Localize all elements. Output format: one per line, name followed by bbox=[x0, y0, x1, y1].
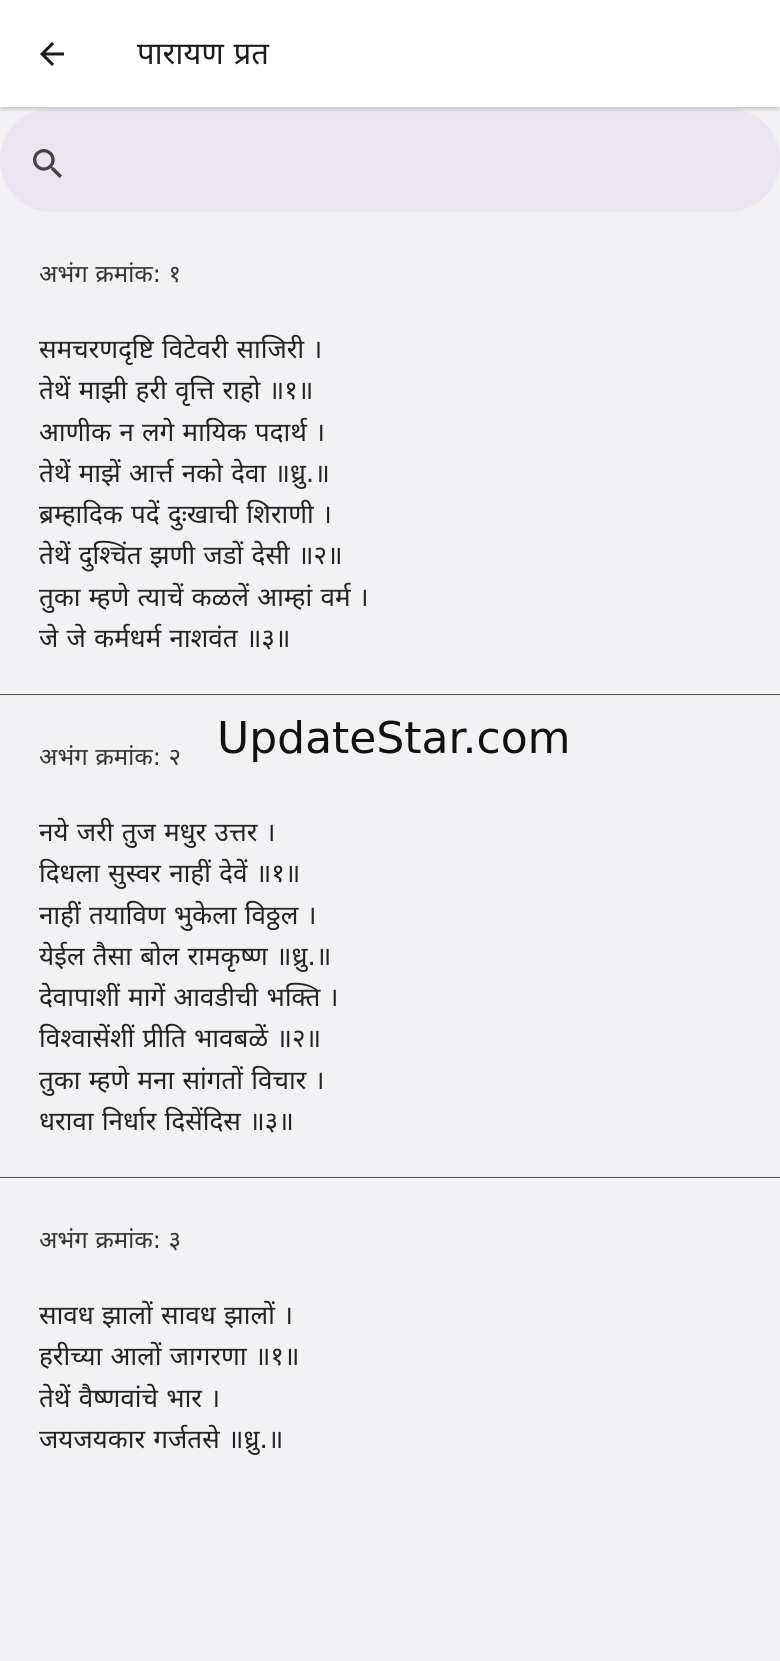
search-bar[interactable] bbox=[0, 108, 780, 212]
abhang-line: ब्रम्हादिक पदें दुःखाची शिराणी । bbox=[39, 500, 332, 531]
abhang-line: धरावा निर्धार दिसेंदिस ॥३॥ bbox=[39, 1107, 294, 1138]
abhang-line: तुका म्हणे त्याचें कळलें आम्हां वर्म । bbox=[39, 582, 369, 613]
abhang-line: हरीच्या आलों जागरणा ॥१॥ bbox=[39, 1342, 300, 1373]
abhang-line: आणीक न लगे मायिक पदार्थ । bbox=[39, 417, 325, 448]
abhang-line: जयजयकार गर्जतसे ॥ध्रु.॥ bbox=[39, 1424, 284, 1455]
app-bar: पारायण प्रत bbox=[0, 0, 780, 107]
watermark: UpdateStar.com bbox=[217, 713, 571, 764]
abhang-item[interactable]: अभंग क्रमांक: २ नये जरी तुज मधुर उत्तर ।… bbox=[0, 695, 780, 1178]
abhang-line: जे जे कर्मधर्म नाशवंत ॥३॥ bbox=[39, 624, 291, 655]
abhang-line: समचरणदृष्टि विटेवरी साजिरी । bbox=[39, 335, 323, 365]
abhang-list[interactable]: अभंग क्रमांक: १ समचरणदृष्टि विटेवरी साजि… bbox=[0, 212, 780, 1661]
abhang-heading: अभंग क्रमांक: ३ bbox=[39, 1226, 181, 1254]
back-button[interactable] bbox=[28, 30, 76, 78]
abhang-line: नाहीं तयाविण भुकेला विठ्ठल । bbox=[39, 900, 317, 931]
arrow-left-icon bbox=[40, 42, 64, 66]
abhang-heading: अभंग क्रमांक: १ bbox=[39, 260, 181, 288]
abhang-item[interactable]: अभंग क्रमांक: ३ सावध झालों सावध झालों । … bbox=[0, 1178, 780, 1661]
abhang-line: तेथें माझें आर्त्त नको देवा ॥ध्रु.॥ bbox=[39, 458, 330, 489]
search-input[interactable] bbox=[90, 136, 734, 186]
abhang-line: देवापाशीं मागें आवडीची भक्ति । bbox=[39, 983, 339, 1014]
abhang-line: विश्वासेंशीं प्रीति भावबळें ॥२॥ bbox=[39, 1024, 322, 1055]
abhang-line: तेथें दुश्चिंत झणी जडों देसी ॥२॥ bbox=[39, 541, 343, 572]
abhang-line: दिधला सुस्वर नाहीं देवें ॥१॥ bbox=[39, 859, 301, 890]
abhang-item[interactable]: अभंग क्रमांक: १ समचरणदृष्टि विटेवरी साजि… bbox=[0, 212, 780, 695]
abhang-line: तेथें माझी हरी वृत्ति राहो ॥१॥ bbox=[39, 376, 314, 407]
abhang-line: तेथें वैष्णवांचे भार । bbox=[39, 1383, 221, 1414]
abhang-line: सावध झालों सावध झालों । bbox=[39, 1301, 293, 1331]
abhang-line: येईल तैसा बोल रामकृष्ण ॥ध्रु.॥ bbox=[39, 941, 332, 972]
page-title: पारायण प्रत bbox=[137, 36, 269, 72]
abhang-line: तुका म्हणे मना सांगतों विचार । bbox=[39, 1065, 325, 1096]
search-icon bbox=[33, 149, 63, 179]
abhang-line: नये जरी तुज मधुर उत्तर । bbox=[39, 818, 276, 848]
